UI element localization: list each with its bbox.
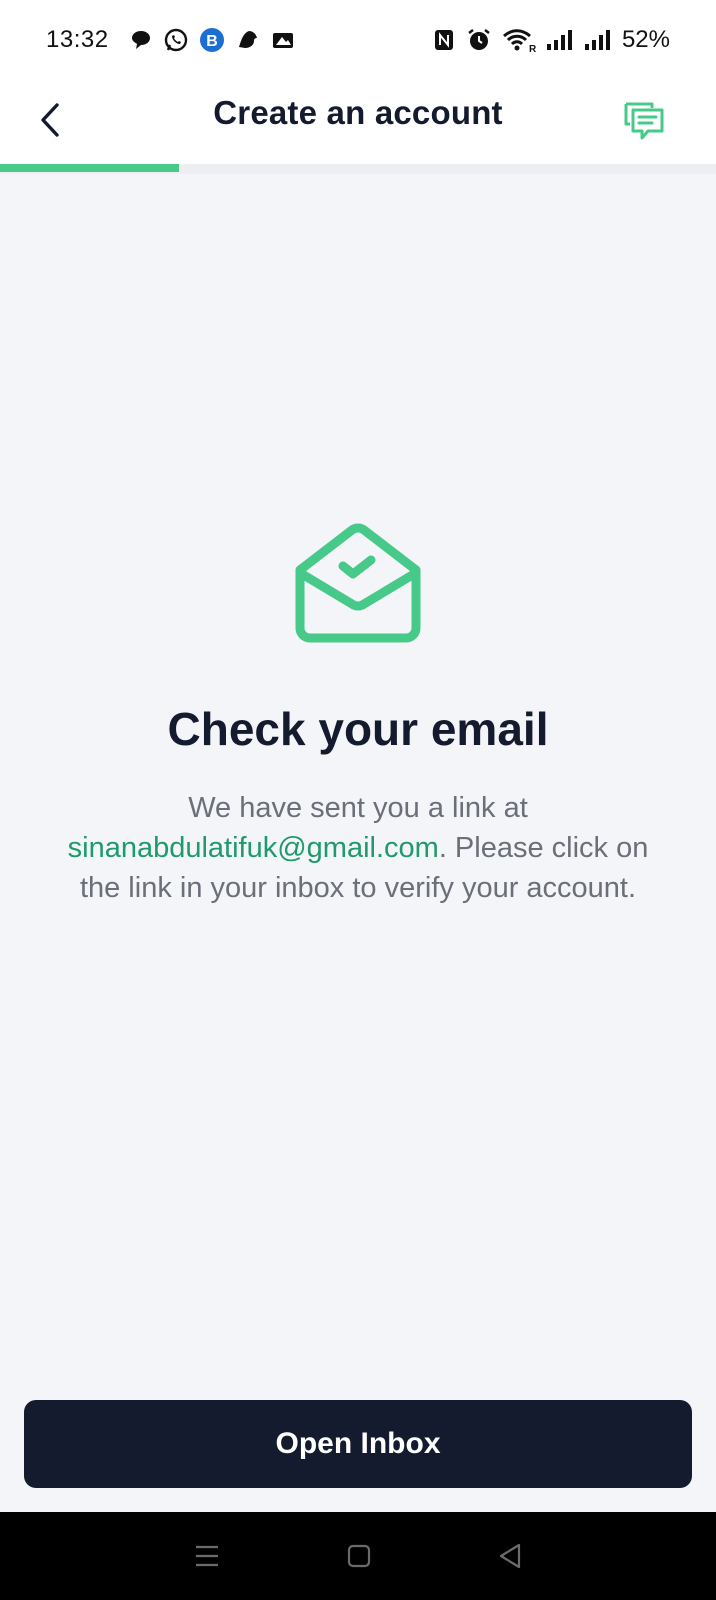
svg-text:B: B xyxy=(206,33,218,50)
progress-fill xyxy=(0,164,179,172)
status-left: 13:32 B xyxy=(46,26,295,54)
alarm-icon xyxy=(466,27,492,53)
open-inbox-button[interactable]: Open Inbox xyxy=(24,1400,692,1488)
email-address: sinanabdulatifuk@gmail.com xyxy=(67,832,439,864)
signup-progress-bar xyxy=(0,164,716,174)
app-header: Create an account xyxy=(0,80,716,164)
message-text-before: We have sent you a link at xyxy=(188,792,528,824)
chat-icon xyxy=(624,102,664,140)
battery-level: 52% xyxy=(621,26,670,53)
chat-bubble-icon xyxy=(129,28,153,52)
page-title: Create an account xyxy=(213,94,503,131)
b-app-icon: B xyxy=(199,27,225,53)
signal-icon xyxy=(546,28,574,52)
check-email-heading: Check your email xyxy=(167,703,549,755)
wifi-icon: R xyxy=(502,27,536,53)
whatsapp-icon xyxy=(163,27,189,53)
status-right: R 52% xyxy=(432,26,670,54)
status-time: 13:32 xyxy=(46,26,109,53)
verification-message: We have sent you a link at sinanabdulati… xyxy=(60,788,656,908)
signal-icon xyxy=(584,28,612,52)
home-icon[interactable] xyxy=(346,1543,372,1569)
image-app-icon xyxy=(271,28,295,52)
back-icon[interactable] xyxy=(497,1542,523,1570)
notification-icons: B xyxy=(129,27,295,53)
menu-icon[interactable] xyxy=(193,1543,221,1569)
bird-app-icon xyxy=(235,27,261,53)
system-nav-bar xyxy=(0,1512,716,1600)
nfc-icon xyxy=(432,28,456,52)
support-chat-button[interactable] xyxy=(616,92,672,148)
svg-text:R: R xyxy=(529,44,536,53)
mail-open-check-icon xyxy=(295,523,421,643)
status-bar: 13:32 B R 52% xyxy=(0,0,716,80)
